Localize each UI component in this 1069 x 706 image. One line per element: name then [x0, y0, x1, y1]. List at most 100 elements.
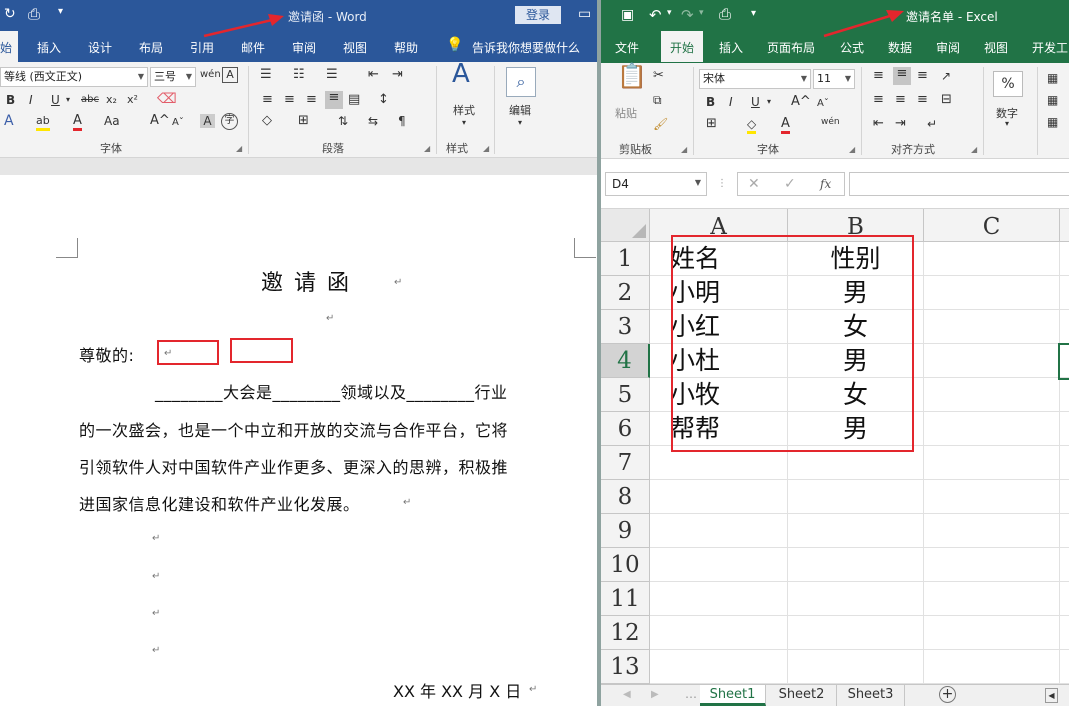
table-cell[interactable]	[1060, 242, 1069, 276]
styles-button-label[interactable]: 样式	[453, 102, 475, 118]
wrap-text-icon[interactable]: ↵	[927, 117, 937, 131]
bullets-icon[interactable]: ☰	[260, 68, 272, 82]
cancel-icon[interactable]: ✕	[748, 177, 760, 191]
table-cell[interactable]	[1060, 378, 1069, 412]
font-name-select[interactable]: 宋体 ▼	[699, 69, 811, 89]
row-header[interactable]: 7	[601, 446, 650, 480]
strikethrough-icon[interactable]: abc	[81, 93, 99, 107]
customize-toolbar-icon[interactable]: ▾	[751, 8, 756, 19]
select-all-button[interactable]	[601, 209, 650, 242]
tab-view[interactable]: 视图	[343, 39, 367, 56]
underline-icon[interactable]: U	[751, 95, 760, 109]
row-header[interactable]: 5	[601, 378, 650, 412]
search-icon[interactable]: ⌕	[506, 67, 536, 97]
bold-icon[interactable]: B	[706, 95, 715, 109]
fill-color-icon[interactable]: ◇	[747, 117, 757, 134]
row-header[interactable]: 11	[601, 582, 650, 616]
document-page[interactable]: 邀 请 函 ↵ ↵ 尊敬的: ↵ ________大会是________领域以及…	[0, 175, 598, 706]
customize-toolbar-icon[interactable]: ▾	[58, 6, 63, 17]
table-cell[interactable]	[924, 548, 1060, 582]
table-cell[interactable]	[788, 650, 924, 684]
undo-icon[interactable]: ↶	[649, 6, 662, 24]
align-left-icon[interactable]: ≡	[262, 93, 273, 107]
font-color-icon[interactable]: A	[781, 117, 790, 134]
tab-mailings[interactable]: 邮件	[241, 39, 265, 56]
middle-align-icon[interactable]: ≡	[893, 67, 911, 85]
align-right-icon[interactable]: ≡	[917, 93, 928, 107]
table-cell[interactable]	[1060, 650, 1069, 684]
row-header[interactable]: 9	[601, 514, 650, 548]
scroll-left-icon[interactable]: ◀	[623, 688, 631, 702]
shrink-font-icon[interactable]: Aˇ	[817, 97, 829, 111]
italic-icon[interactable]: I	[729, 95, 733, 109]
top-align-icon[interactable]: ≡	[873, 69, 884, 83]
bottom-align-icon[interactable]: ≡	[917, 69, 928, 83]
column-header-c[interactable]: C	[924, 209, 1060, 242]
table-cell[interactable]	[1060, 480, 1069, 514]
tab-design[interactable]: 设计	[88, 39, 112, 56]
underline-icon[interactable]: U	[51, 93, 60, 107]
table-cell[interactable]	[1060, 446, 1069, 480]
table-cell[interactable]	[650, 480, 788, 514]
table-cell[interactable]	[1060, 616, 1069, 650]
table-cell[interactable]	[924, 344, 1060, 378]
highlight-color-icon[interactable]: ab	[36, 114, 50, 131]
decrease-indent-icon[interactable]: ⇤	[873, 117, 884, 131]
phonetic-guide-icon[interactable]: wén	[200, 68, 221, 82]
print-preview-icon[interactable]: ⎙	[719, 5, 731, 23]
table-cell[interactable]	[788, 616, 924, 650]
confirm-icon[interactable]: ✓	[784, 177, 796, 191]
name-box[interactable]: D4 ▼	[605, 172, 707, 196]
table-cell[interactable]	[650, 616, 788, 650]
italic-icon[interactable]: I	[29, 93, 33, 107]
table-cell[interactable]	[924, 378, 1060, 412]
orientation-icon[interactable]: ↗	[941, 69, 951, 83]
column-header-d[interactable]	[1060, 209, 1069, 242]
conditional-format-icon[interactable]: ▦	[1047, 71, 1058, 85]
align-center-icon[interactable]: ≡	[895, 93, 906, 107]
add-sheet-icon[interactable]: +	[939, 686, 956, 703]
edit-button-label[interactable]: 编辑	[509, 102, 531, 118]
table-cell[interactable]	[788, 514, 924, 548]
align-center-icon[interactable]: ≡	[284, 93, 295, 107]
formula-input[interactable]	[849, 172, 1069, 196]
table-cell[interactable]	[924, 276, 1060, 310]
table-cell[interactable]	[650, 582, 788, 616]
table-cell[interactable]	[924, 650, 1060, 684]
table-cell[interactable]	[1060, 548, 1069, 582]
line-spacing-icon[interactable]: ↕	[378, 93, 389, 107]
redo-icon[interactable]: ↷	[681, 6, 694, 24]
sheet-tab-1[interactable]: Sheet1	[700, 685, 766, 706]
dialog-launcher-icon[interactable]: ◢	[971, 145, 977, 154]
bold-icon[interactable]: B	[6, 93, 15, 107]
increase-indent-icon[interactable]: ⇥	[392, 68, 403, 82]
table-cell[interactable]	[924, 446, 1060, 480]
tab-help[interactable]: 帮助	[394, 39, 418, 56]
dialog-launcher-icon[interactable]: ◢	[424, 144, 430, 153]
table-cell[interactable]	[924, 242, 1060, 276]
login-button[interactable]: 登录	[515, 6, 561, 24]
grow-font-icon[interactable]: A^	[150, 114, 170, 128]
ribbon-display-icon[interactable]: ▭	[578, 6, 591, 22]
paste-button-label[interactable]: 粘贴	[615, 105, 637, 121]
shading-icon[interactable]: ◇	[262, 114, 272, 128]
table-cell[interactable]	[924, 480, 1060, 514]
table-cell[interactable]	[924, 616, 1060, 650]
table-cell[interactable]	[924, 412, 1060, 446]
tell-me-search[interactable]: 告诉我你想要做什么	[472, 39, 580, 56]
text-effects-icon[interactable]: A	[4, 114, 14, 128]
table-cell[interactable]	[788, 548, 924, 582]
tab-page-layout[interactable]: 页面布局	[767, 39, 815, 56]
clear-formatting-icon[interactable]: ⌫	[157, 92, 177, 106]
format-painter-icon[interactable]: 🖌	[653, 117, 668, 131]
shrink-font-icon[interactable]: Aˇ	[172, 116, 184, 130]
table-cell[interactable]	[1060, 412, 1069, 446]
row-header[interactable]: 6	[601, 412, 650, 446]
tab-references[interactable]: 引用	[190, 39, 214, 56]
table-cell[interactable]	[650, 514, 788, 548]
tab-data[interactable]: 数据	[888, 39, 912, 56]
superscript-icon[interactable]: x²	[127, 93, 138, 107]
table-cell[interactable]	[924, 582, 1060, 616]
table-cell[interactable]	[1060, 310, 1069, 344]
borders-icon[interactable]: ⊞	[706, 117, 717, 131]
